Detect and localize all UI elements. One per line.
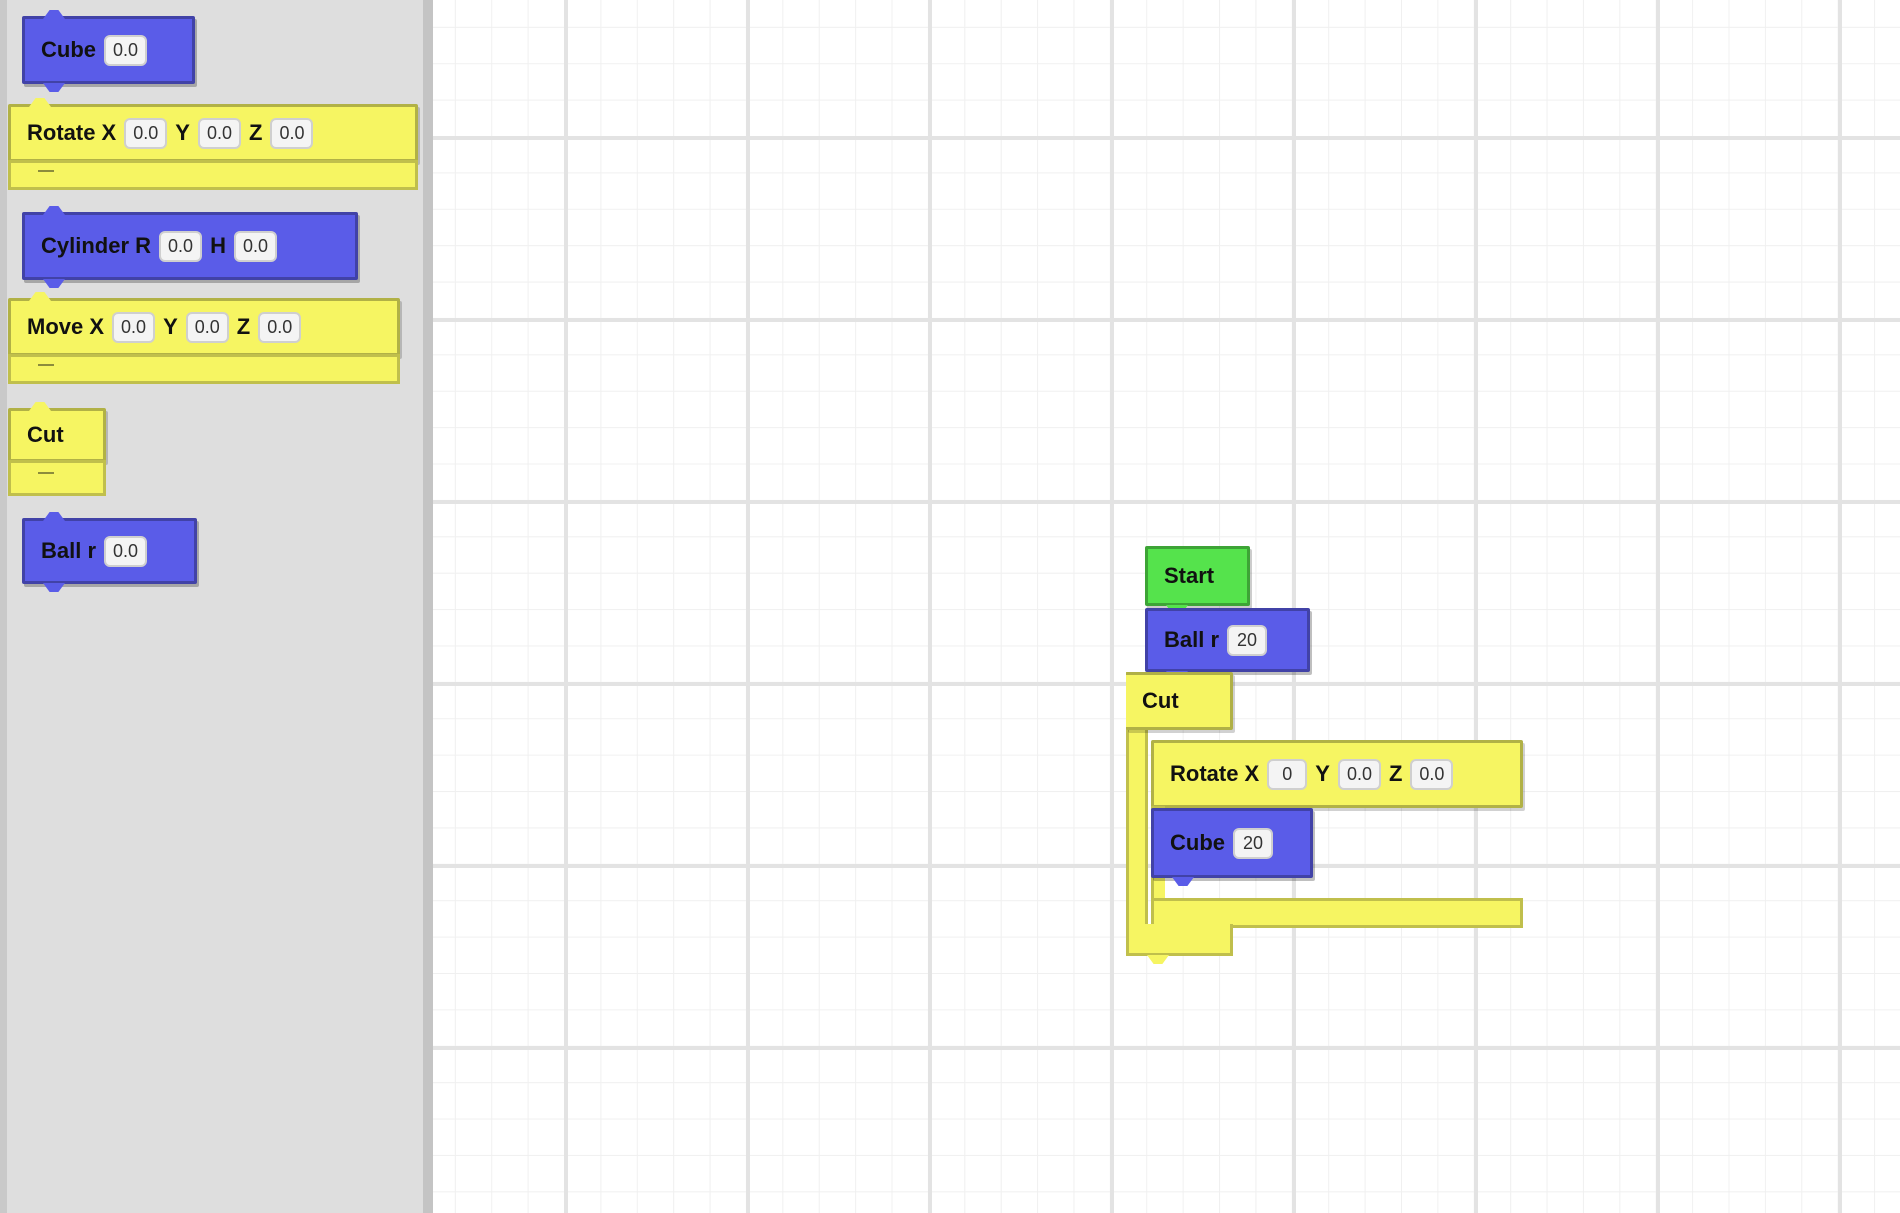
workspace-rotate-block[interactable]: Rotate X 0 Y 0.0 Z 0.0 bbox=[1151, 740, 1523, 808]
workspace-cube-label: Cube bbox=[1170, 830, 1225, 855]
ball-radius-field[interactable]: 0.0 bbox=[104, 535, 148, 567]
cube-label: Cube bbox=[41, 37, 96, 62]
palette-rotate-closing-bar bbox=[8, 160, 418, 190]
palette-rotate-slot-marker bbox=[38, 170, 54, 172]
rotate-y-field[interactable]: 0.0 bbox=[197, 117, 241, 149]
workspace-canvas[interactable]: Start Ball r 20 Cut Rotate X 0 Y 0.0 Z 0… bbox=[433, 0, 1900, 1213]
palette-cut-slot-marker bbox=[38, 472, 54, 474]
cube-size-field[interactable]: 0.0 bbox=[104, 34, 148, 66]
cylinder-h-label: H bbox=[210, 233, 226, 258]
workspace-rotate-y-label: Y bbox=[1315, 761, 1330, 786]
rotate-y-label: Y bbox=[175, 120, 190, 145]
rotate-label: Rotate X bbox=[27, 120, 117, 145]
start-label: Start bbox=[1164, 563, 1215, 588]
block-palette: Cube 0.0 Rotate X 0.0 Y 0.0 Z 0.0 Cylind… bbox=[0, 0, 433, 1213]
rotate-z-label: Z bbox=[249, 120, 263, 145]
workspace-rotate-label: Rotate X bbox=[1170, 761, 1260, 786]
rotate-z-field[interactable]: 0.0 bbox=[270, 117, 314, 149]
rotate-x-field[interactable]: 0.0 bbox=[124, 117, 168, 149]
workspace-cube-block[interactable]: Cube 20 bbox=[1151, 808, 1313, 878]
cylinder-label: Cylinder R bbox=[41, 233, 152, 258]
cylinder-r-field[interactable]: 0.0 bbox=[159, 230, 203, 262]
workspace-rotate-y-field[interactable]: 0.0 bbox=[1337, 758, 1381, 790]
ball-label: Ball r bbox=[41, 538, 97, 563]
workspace-rotate-z-field[interactable]: 0.0 bbox=[1410, 758, 1454, 790]
move-y-field[interactable]: 0.0 bbox=[185, 311, 229, 343]
palette-ball-block[interactable]: Ball r 0.0 bbox=[22, 518, 197, 584]
cut-label: Cut bbox=[27, 422, 64, 447]
workspace-cut-block[interactable]: Cut bbox=[1126, 672, 1233, 730]
cylinder-h-field[interactable]: 0.0 bbox=[233, 230, 277, 262]
start-block[interactable]: Start bbox=[1145, 546, 1250, 606]
workspace-rotate-z-label: Z bbox=[1388, 761, 1403, 786]
move-z-label: Z bbox=[236, 314, 251, 339]
workspace-ball-radius-field[interactable]: 20 bbox=[1227, 624, 1268, 656]
workspace-ball-label: Ball r bbox=[1164, 627, 1220, 652]
workspace-cut-label: Cut bbox=[1142, 688, 1179, 713]
palette-cut-block[interactable]: Cut bbox=[8, 408, 106, 462]
workspace-rotate-x-field[interactable]: 0 bbox=[1267, 758, 1308, 790]
palette-cylinder-block[interactable]: Cylinder R 0.0 H 0.0 bbox=[22, 212, 358, 280]
move-x-field[interactable]: 0.0 bbox=[112, 311, 156, 343]
move-y-label: Y bbox=[163, 314, 178, 339]
palette-move-block[interactable]: Move X 0.0 Y 0.0 Z 0.0 bbox=[8, 298, 400, 356]
palette-cut-closing-bar bbox=[8, 460, 106, 496]
workspace-cube-size-field[interactable]: 20 bbox=[1233, 827, 1273, 859]
palette-move-closing-bar bbox=[8, 354, 400, 384]
block-editor: Cube 0.0 Rotate X 0.0 Y 0.0 Z 0.0 Cylind… bbox=[0, 0, 1900, 1213]
workspace-ball-block[interactable]: Ball r 20 bbox=[1145, 608, 1310, 672]
palette-cube-block[interactable]: Cube 0.0 bbox=[22, 16, 195, 84]
move-z-field[interactable]: 0.0 bbox=[258, 311, 302, 343]
move-label: Move X bbox=[27, 314, 105, 339]
palette-rotate-block[interactable]: Rotate X 0.0 Y 0.0 Z 0.0 bbox=[8, 104, 418, 162]
workspace-cut-closing-bar bbox=[1126, 924, 1233, 956]
palette-move-slot-marker bbox=[38, 364, 54, 366]
